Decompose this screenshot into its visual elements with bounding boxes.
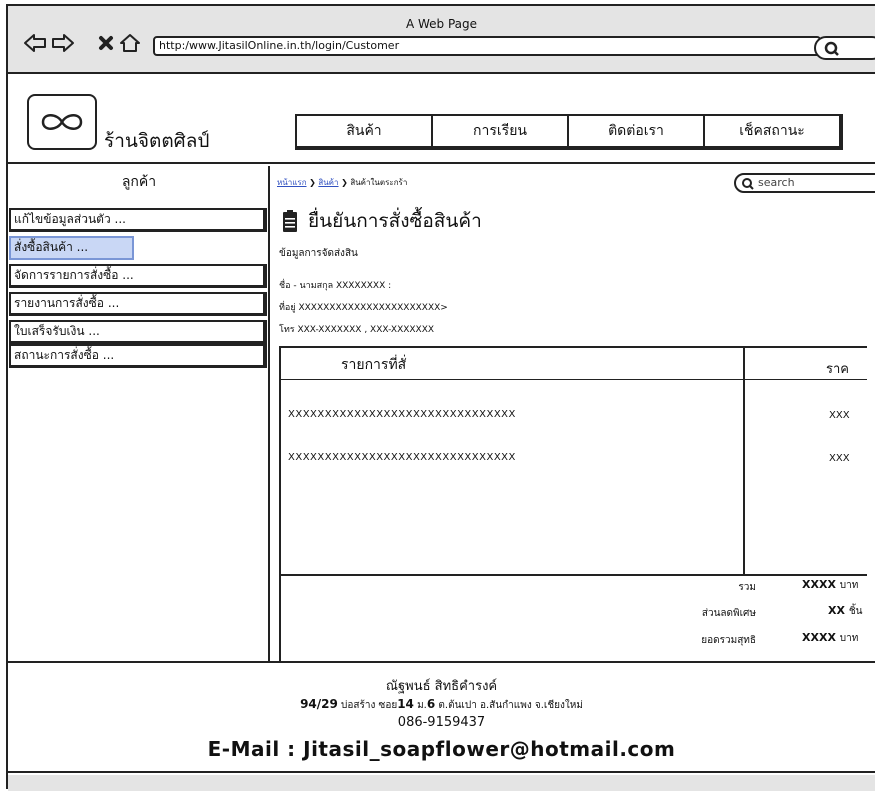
column-header-item: รายการที่สั่	[341, 357, 407, 373]
address-text: บ่อสร้าง ซอย	[341, 700, 398, 711]
page-heading: ยื่นยันการสั่งซื้อสินค้า	[282, 206, 482, 236]
search-placeholder: search	[758, 176, 795, 189]
net-total-value: XXXX บาท	[802, 631, 858, 646]
site-header: ร้านจิตตศิลป์ สินค้า การเรียน ติดต่อเรา …	[8, 76, 875, 164]
table-row-price: XXX	[829, 410, 850, 421]
infinity-icon	[41, 114, 83, 130]
table-divider	[281, 379, 867, 380]
owner-address: 94/29 บ่อสร้าง ซอย14 ม.6 ต.ต้นเปา อ.สันก…	[8, 697, 875, 713]
owner-email[interactable]: E-Mail : Jitasil_soapflower@hotmail.com	[8, 737, 875, 761]
nav-contact[interactable]: ติดต่อเรา	[569, 116, 705, 146]
discount-unit: ชิ้น	[848, 606, 863, 617]
back-arrow-icon[interactable]	[23, 31, 47, 55]
chevron-right-icon: ❯	[341, 178, 348, 187]
clipboard-icon	[283, 210, 297, 232]
address-moo: 6	[426, 697, 436, 711]
sidebar-item-order-products[interactable]: สั่งซื้อสินค้า ...	[9, 236, 134, 260]
shipping-name: ชื่อ - นามสกุล XXXXXXXX :	[279, 281, 392, 291]
page-title: ยื่นยันการสั่งซื้อสินค้า	[308, 210, 482, 232]
shipping-address: ที่อยู่ XXXXXXXXXXXXXXXXXXXXXXX>	[279, 303, 448, 313]
address-text: ต.ต้นเปา อ.สันกำแพง จ.เชียงใหม่	[438, 700, 583, 711]
search-input[interactable]: search	[734, 173, 875, 193]
address-text: ม.	[417, 700, 427, 711]
chevron-right-icon: ❯	[309, 178, 316, 187]
browser-window: A Web Page http:/www.JitasilOnline.in.th…	[6, 4, 875, 791]
table-row-item: XXXXXXXXXXXXXXXXXXXXXXXXXXXXXXX	[288, 452, 516, 463]
shop-name: ร้านจิตตศิลป์	[104, 130, 210, 152]
forward-arrow-icon[interactable]	[51, 31, 75, 55]
shipping-phone: โทร XXX-XXXXXXX , XXX-XXXXXXX	[279, 325, 435, 335]
owner-name: ณัฐพนธ์ สิทธิคำรงค์	[385, 679, 498, 694]
discount-amount: XX	[828, 604, 845, 617]
main-content: หน้าแรก ❯ สินค้า ❯ สินค้าในตระกร้า searc…	[270, 166, 875, 664]
address-number: 94/29	[300, 697, 338, 711]
sidebar-item-edit-profile[interactable]: แก้ไขข้อมูลส่วนตัว ...	[9, 208, 267, 232]
owner-phone: 086-9159437	[397, 715, 486, 730]
total-value: XXXX บาท	[802, 578, 858, 593]
table-row-price: XXX	[829, 453, 850, 464]
search-icon	[824, 41, 839, 56]
sidebar-item-receipt[interactable]: ใบเสร็จรับเงิน ...	[9, 320, 267, 344]
breadcrumb-current: สินค้าในตระกร้า	[350, 178, 408, 187]
breadcrumb: หน้าแรก ❯ สินค้า ❯ สินค้าในตระกร้า	[277, 176, 407, 189]
nav-products[interactable]: สินค้า	[297, 116, 433, 146]
table-row-item: XXXXXXXXXXXXXXXXXXXXXXXXXXXXXXX	[288, 409, 516, 420]
main-nav: สินค้า การเรียน ติดต่อเรา เช็คสถานะ	[295, 114, 843, 150]
sidebar-item-order-status[interactable]: สถานะการสั่งซื้อ ...	[9, 344, 267, 368]
breadcrumb-home[interactable]: หน้าแรก	[277, 178, 307, 187]
discount-label: ส่วนลดพิเศษ	[701, 608, 756, 619]
net-total-label: ยอดรวมสุทธิ	[701, 635, 756, 646]
sidebar-title: ลูกค้า	[121, 174, 157, 190]
sidebar-item-manage-orders[interactable]: จัดการรายการสั่งซื้อ ...	[9, 264, 267, 288]
discount-value: XX ชิ้น	[828, 604, 862, 619]
table-divider	[281, 346, 867, 348]
sidebar-item-order-report[interactable]: รายงานการสั่งซื้อ ...	[9, 292, 267, 316]
logo[interactable]	[27, 94, 97, 150]
browser-toolbar: A Web Page http:/www.JitasilOnline.in.th…	[8, 6, 875, 74]
address-soi: 14	[397, 697, 414, 711]
total-amount: XXXX	[802, 578, 836, 591]
site-footer: ณัฐพนธ์ สิทธิคำรงค์ 94/29 บ่อสร้าง ซอย14…	[8, 661, 875, 773]
total-label: รวม	[738, 582, 756, 593]
close-x-icon[interactable]	[94, 31, 118, 55]
search-icon	[742, 178, 754, 190]
url-bar[interactable]: http:/www.JitasilOnline.in.th/login/Cust…	[153, 36, 821, 56]
total-unit: บาท	[839, 580, 859, 591]
window-title: A Web Page	[405, 17, 478, 31]
table-divider	[743, 346, 745, 576]
nav-check-status[interactable]: เช็คสถานะ	[705, 116, 839, 146]
table-divider	[281, 574, 867, 576]
column-header-price: ราค	[826, 362, 849, 377]
net-total-unit: บาท	[839, 633, 859, 644]
home-icon[interactable]	[118, 31, 142, 55]
customer-sidebar: ลูกค้า แก้ไขข้อมูลส่วนตัว ... สั่งซื้อสิ…	[8, 166, 270, 661]
order-table: รายการที่สั่ ราค XXXXXXXXXXXXXXXXXXXXXXX…	[279, 346, 867, 664]
browser-search-button[interactable]	[814, 36, 875, 60]
breadcrumb-products[interactable]: สินค้า	[318, 178, 338, 187]
shipping-heading: ข้อมูลการจัดส่งสิน	[279, 248, 358, 259]
nav-learning[interactable]: การเรียน	[433, 116, 569, 146]
net-total-amount: XXXX	[802, 631, 836, 644]
